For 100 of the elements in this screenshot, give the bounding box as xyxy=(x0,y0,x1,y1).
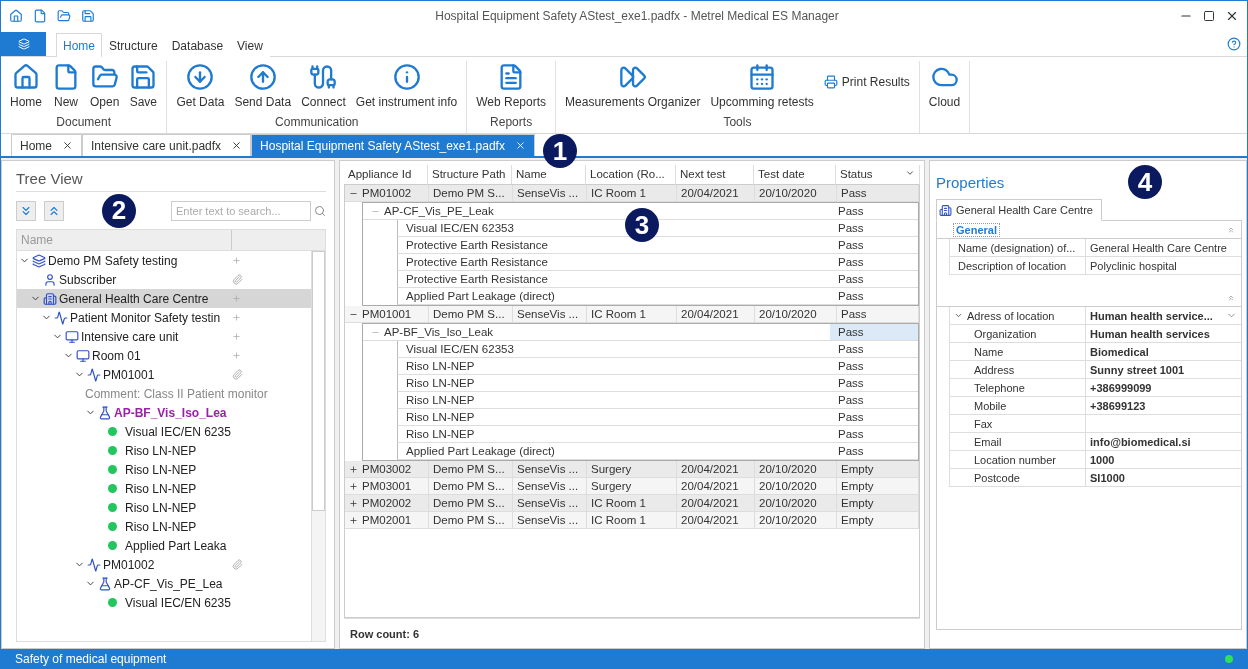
tree-item[interactable]: Visual IEC/EN 6235 xyxy=(17,422,311,441)
table-cell: PM02001 xyxy=(345,512,429,528)
scrollbar[interactable] xyxy=(311,251,325,641)
column-header[interactable]: Location (Ro... xyxy=(586,165,676,185)
table-cell: 20/04/2021 xyxy=(677,495,755,511)
column-header[interactable]: Test date xyxy=(754,165,836,185)
table-cell: SenseVis ... xyxy=(513,478,587,494)
file-menu-button[interactable] xyxy=(1,32,46,56)
save-icon[interactable] xyxy=(81,9,95,23)
ribbon-tab[interactable]: Home xyxy=(56,33,102,57)
expander-icon[interactable] xyxy=(349,515,358,525)
ribbon-button[interactable]: Get Data xyxy=(173,61,228,115)
ribbon-group-title: Reports xyxy=(490,115,533,131)
close-icon[interactable] xyxy=(1225,9,1239,23)
properties-tab[interactable]: General Health Care Centre xyxy=(936,199,1102,221)
tree-item[interactable]: PM01002 xyxy=(17,555,311,574)
column-header[interactable]: Next test xyxy=(676,165,754,185)
property-name: Name xyxy=(950,343,1086,360)
property-name: Location number xyxy=(950,451,1086,468)
plus-icon xyxy=(349,481,358,491)
tree-item[interactable]: Riso LN-NEP xyxy=(17,517,311,536)
expander-icon[interactable] xyxy=(349,481,358,491)
folder-icon[interactable] xyxy=(57,9,71,23)
ribbon-button[interactable]: Send Data xyxy=(231,61,295,115)
tree-item[interactable]: Visual IEC/EN 6235 xyxy=(17,593,311,612)
step-name: Applied Part Leakage (direct) xyxy=(405,444,556,459)
user-icon xyxy=(43,272,57,287)
tree-item[interactable]: Riso LN-NEP xyxy=(17,460,311,479)
ribbon-button[interactable]: Home xyxy=(7,61,45,115)
ribbon-button[interactable]: Connect xyxy=(298,61,349,115)
tree-item[interactable]: PM01001 xyxy=(17,365,311,384)
table-cell: Surgery xyxy=(587,461,677,477)
tree-label: PM01001 xyxy=(103,367,155,382)
tree-item[interactable]: Riso LN-NEP xyxy=(17,498,311,517)
ribbon-button[interactable]: Open xyxy=(87,61,123,115)
maximize-icon[interactable] xyxy=(1203,10,1215,22)
tab-label: Intensive care unit.padfx xyxy=(91,138,222,153)
file-icon[interactable] xyxy=(33,9,47,23)
search-field[interactable]: Enter text to search... xyxy=(171,200,311,221)
ribbon-button[interactable]: Upcomming retests xyxy=(707,61,817,115)
help-icon[interactable] xyxy=(1227,37,1241,51)
column-header[interactable]: Name xyxy=(512,165,586,185)
document-tab[interactable]: Home xyxy=(11,134,82,156)
table-cell-text: Pass xyxy=(837,272,865,287)
document-tab[interactable]: Hospital Equipment Safety AStest_exe1.padfx xyxy=(251,134,535,156)
document-tab[interactable]: Intensive care unit.padfx xyxy=(82,134,252,156)
tree-label: Visual IEC/EN 6235 xyxy=(125,424,231,439)
close-icon[interactable] xyxy=(231,140,243,151)
table-cell: SenseVis ... xyxy=(513,306,587,322)
app-icon[interactable] xyxy=(9,9,23,23)
ribbon-button[interactable]: New xyxy=(49,61,83,115)
ribbon-button[interactable]: Cloud xyxy=(925,61,964,133)
collapse-icon[interactable] xyxy=(1227,293,1235,302)
column-header[interactable]: Appliance Id xyxy=(344,165,428,185)
expander-icon[interactable] xyxy=(349,464,358,474)
expander-icon[interactable] xyxy=(349,498,358,508)
column-header[interactable]: Structure Path xyxy=(428,165,512,185)
column-header[interactable]: Status xyxy=(836,165,920,185)
table-cell-text: Pass xyxy=(837,255,865,270)
collapse-all-button[interactable] xyxy=(44,200,64,221)
tree-item[interactable]: Demo PM Safety testing xyxy=(17,251,311,270)
plus-icon[interactable] xyxy=(232,313,241,322)
dropdown-icon[interactable] xyxy=(905,168,915,178)
table-cell: SenseVis ... xyxy=(513,512,587,528)
property-value: +386999099 xyxy=(1089,380,1153,396)
category-title[interactable]: General xyxy=(953,222,1000,237)
tree-item[interactable]: Subscriber xyxy=(17,270,311,289)
plus-icon[interactable] xyxy=(232,351,241,360)
collapse-icon[interactable] xyxy=(1227,225,1235,234)
table-cell: SenseVis ... xyxy=(513,185,587,201)
monitor-icon xyxy=(76,348,90,363)
ribbon-button[interactable]: Web Reports xyxy=(473,61,550,115)
building-icon xyxy=(43,291,57,306)
tree-item[interactable]: Intensive care unit xyxy=(17,327,311,346)
tree-item[interactable]: AP-BF_Vis_Iso_Lea xyxy=(17,403,311,422)
tree-item[interactable]: AP-CF_Vis_PE_Lea xyxy=(17,574,311,593)
expand-all-button[interactable] xyxy=(16,200,36,221)
plus-icon xyxy=(349,498,358,508)
flask-icon xyxy=(98,576,112,591)
close-icon[interactable] xyxy=(62,140,73,151)
tree-item[interactable]: Applied Part Leaka xyxy=(17,536,311,555)
building-icon xyxy=(939,203,952,217)
property-name: Fax xyxy=(950,415,1086,432)
ribbon-button[interactable]: Measurements Organizer xyxy=(562,61,704,115)
tree-item[interactable]: Room 01 xyxy=(17,346,311,365)
plus-icon[interactable] xyxy=(232,332,241,341)
tree-item[interactable]: General Health Care Centre xyxy=(17,289,311,308)
table-cell: Empty xyxy=(837,478,919,494)
ribbon-button[interactable]: Save xyxy=(126,61,161,115)
tree-item[interactable]: Patient Monitor Safety testin xyxy=(17,308,311,327)
table-cell-text: Pass xyxy=(837,204,865,219)
plus-icon[interactable] xyxy=(232,256,241,265)
ribbon-button[interactable]: Print Results xyxy=(820,61,913,103)
callout-number: 4 xyxy=(1128,165,1162,199)
tree-item[interactable]: Riso LN-NEP xyxy=(17,479,311,498)
property-value: Human health service... xyxy=(1086,307,1241,324)
tree-label: Riso LN-NEP xyxy=(125,462,197,477)
search-icon[interactable] xyxy=(314,204,326,217)
ribbon-button[interactable]: Get instrument info xyxy=(352,61,461,115)
tree-item[interactable]: Riso LN-NEP xyxy=(17,441,311,460)
